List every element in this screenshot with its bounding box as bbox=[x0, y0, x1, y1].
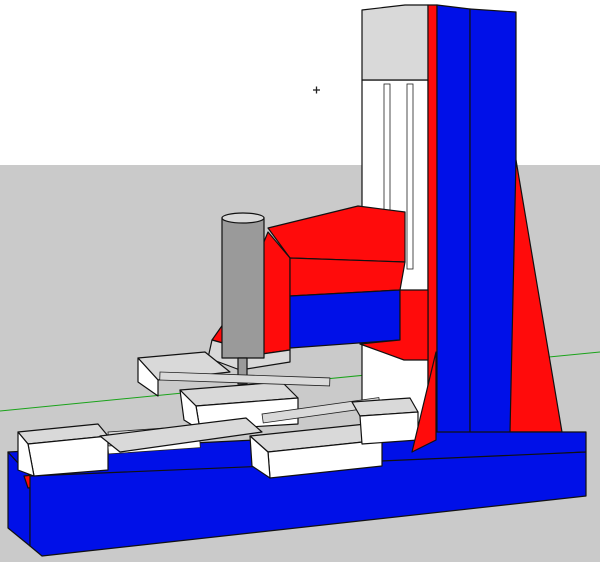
spindle bbox=[221, 212, 265, 385]
head-blue-band bbox=[289, 289, 401, 349]
column-side-face bbox=[469, 8, 517, 441]
column-guide-rod-right bbox=[406, 83, 414, 270]
modeling-viewport[interactable] bbox=[0, 0, 600, 562]
column-front-face bbox=[436, 4, 471, 441]
column-top-cap bbox=[361, 4, 429, 81]
cnc-machine-model[interactable] bbox=[0, 0, 600, 562]
right-rail-end-front bbox=[359, 411, 419, 445]
